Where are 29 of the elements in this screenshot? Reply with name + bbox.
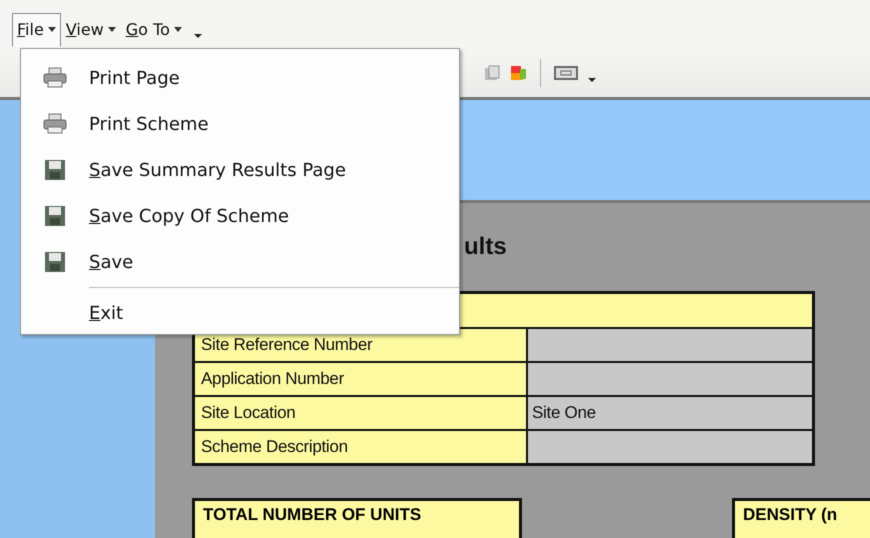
menu-item[interactable]: Save Copy Of Scheme xyxy=(21,193,459,239)
table-cell: Scheme Description xyxy=(195,431,528,463)
table-cell: Site Location xyxy=(195,397,528,429)
printer-icon xyxy=(43,113,67,135)
menu-label: View xyxy=(66,20,104,40)
page-title: ults xyxy=(464,233,508,262)
menu-label: Save Copy Of Scheme xyxy=(89,206,289,226)
menu-item[interactable]: Save xyxy=(21,239,459,285)
menu-label: Print Page xyxy=(89,68,180,88)
caret-icon xyxy=(108,27,116,32)
total-box: TOTAL NUMBER OF UNITS xyxy=(192,498,522,538)
menu-label: Save xyxy=(89,252,134,272)
menu-item[interactable]: Save Summary Results Page xyxy=(21,147,459,193)
menu-item[interactable]: Print Page xyxy=(21,55,459,101)
menu-label: Go To xyxy=(126,20,170,40)
menu-item[interactable]: Print Scheme xyxy=(21,101,459,147)
menu-label: Exit xyxy=(89,302,124,324)
table-cell: Site One xyxy=(528,397,812,429)
menu-button[interactable]: View xyxy=(60,12,121,47)
menu-label: File xyxy=(17,20,44,40)
caret-icon xyxy=(48,27,56,32)
total-box: DENSITY (n xyxy=(732,498,870,538)
caret-icon xyxy=(174,27,182,32)
menu-label: Save Summary Results Page xyxy=(89,160,346,180)
table-cell: Application Number xyxy=(195,363,528,395)
menu-button[interactable]: File xyxy=(12,12,61,47)
printer-icon xyxy=(43,67,67,89)
menu-button[interactable]: Go To xyxy=(120,12,187,47)
menu-label: Print Scheme xyxy=(89,114,209,134)
